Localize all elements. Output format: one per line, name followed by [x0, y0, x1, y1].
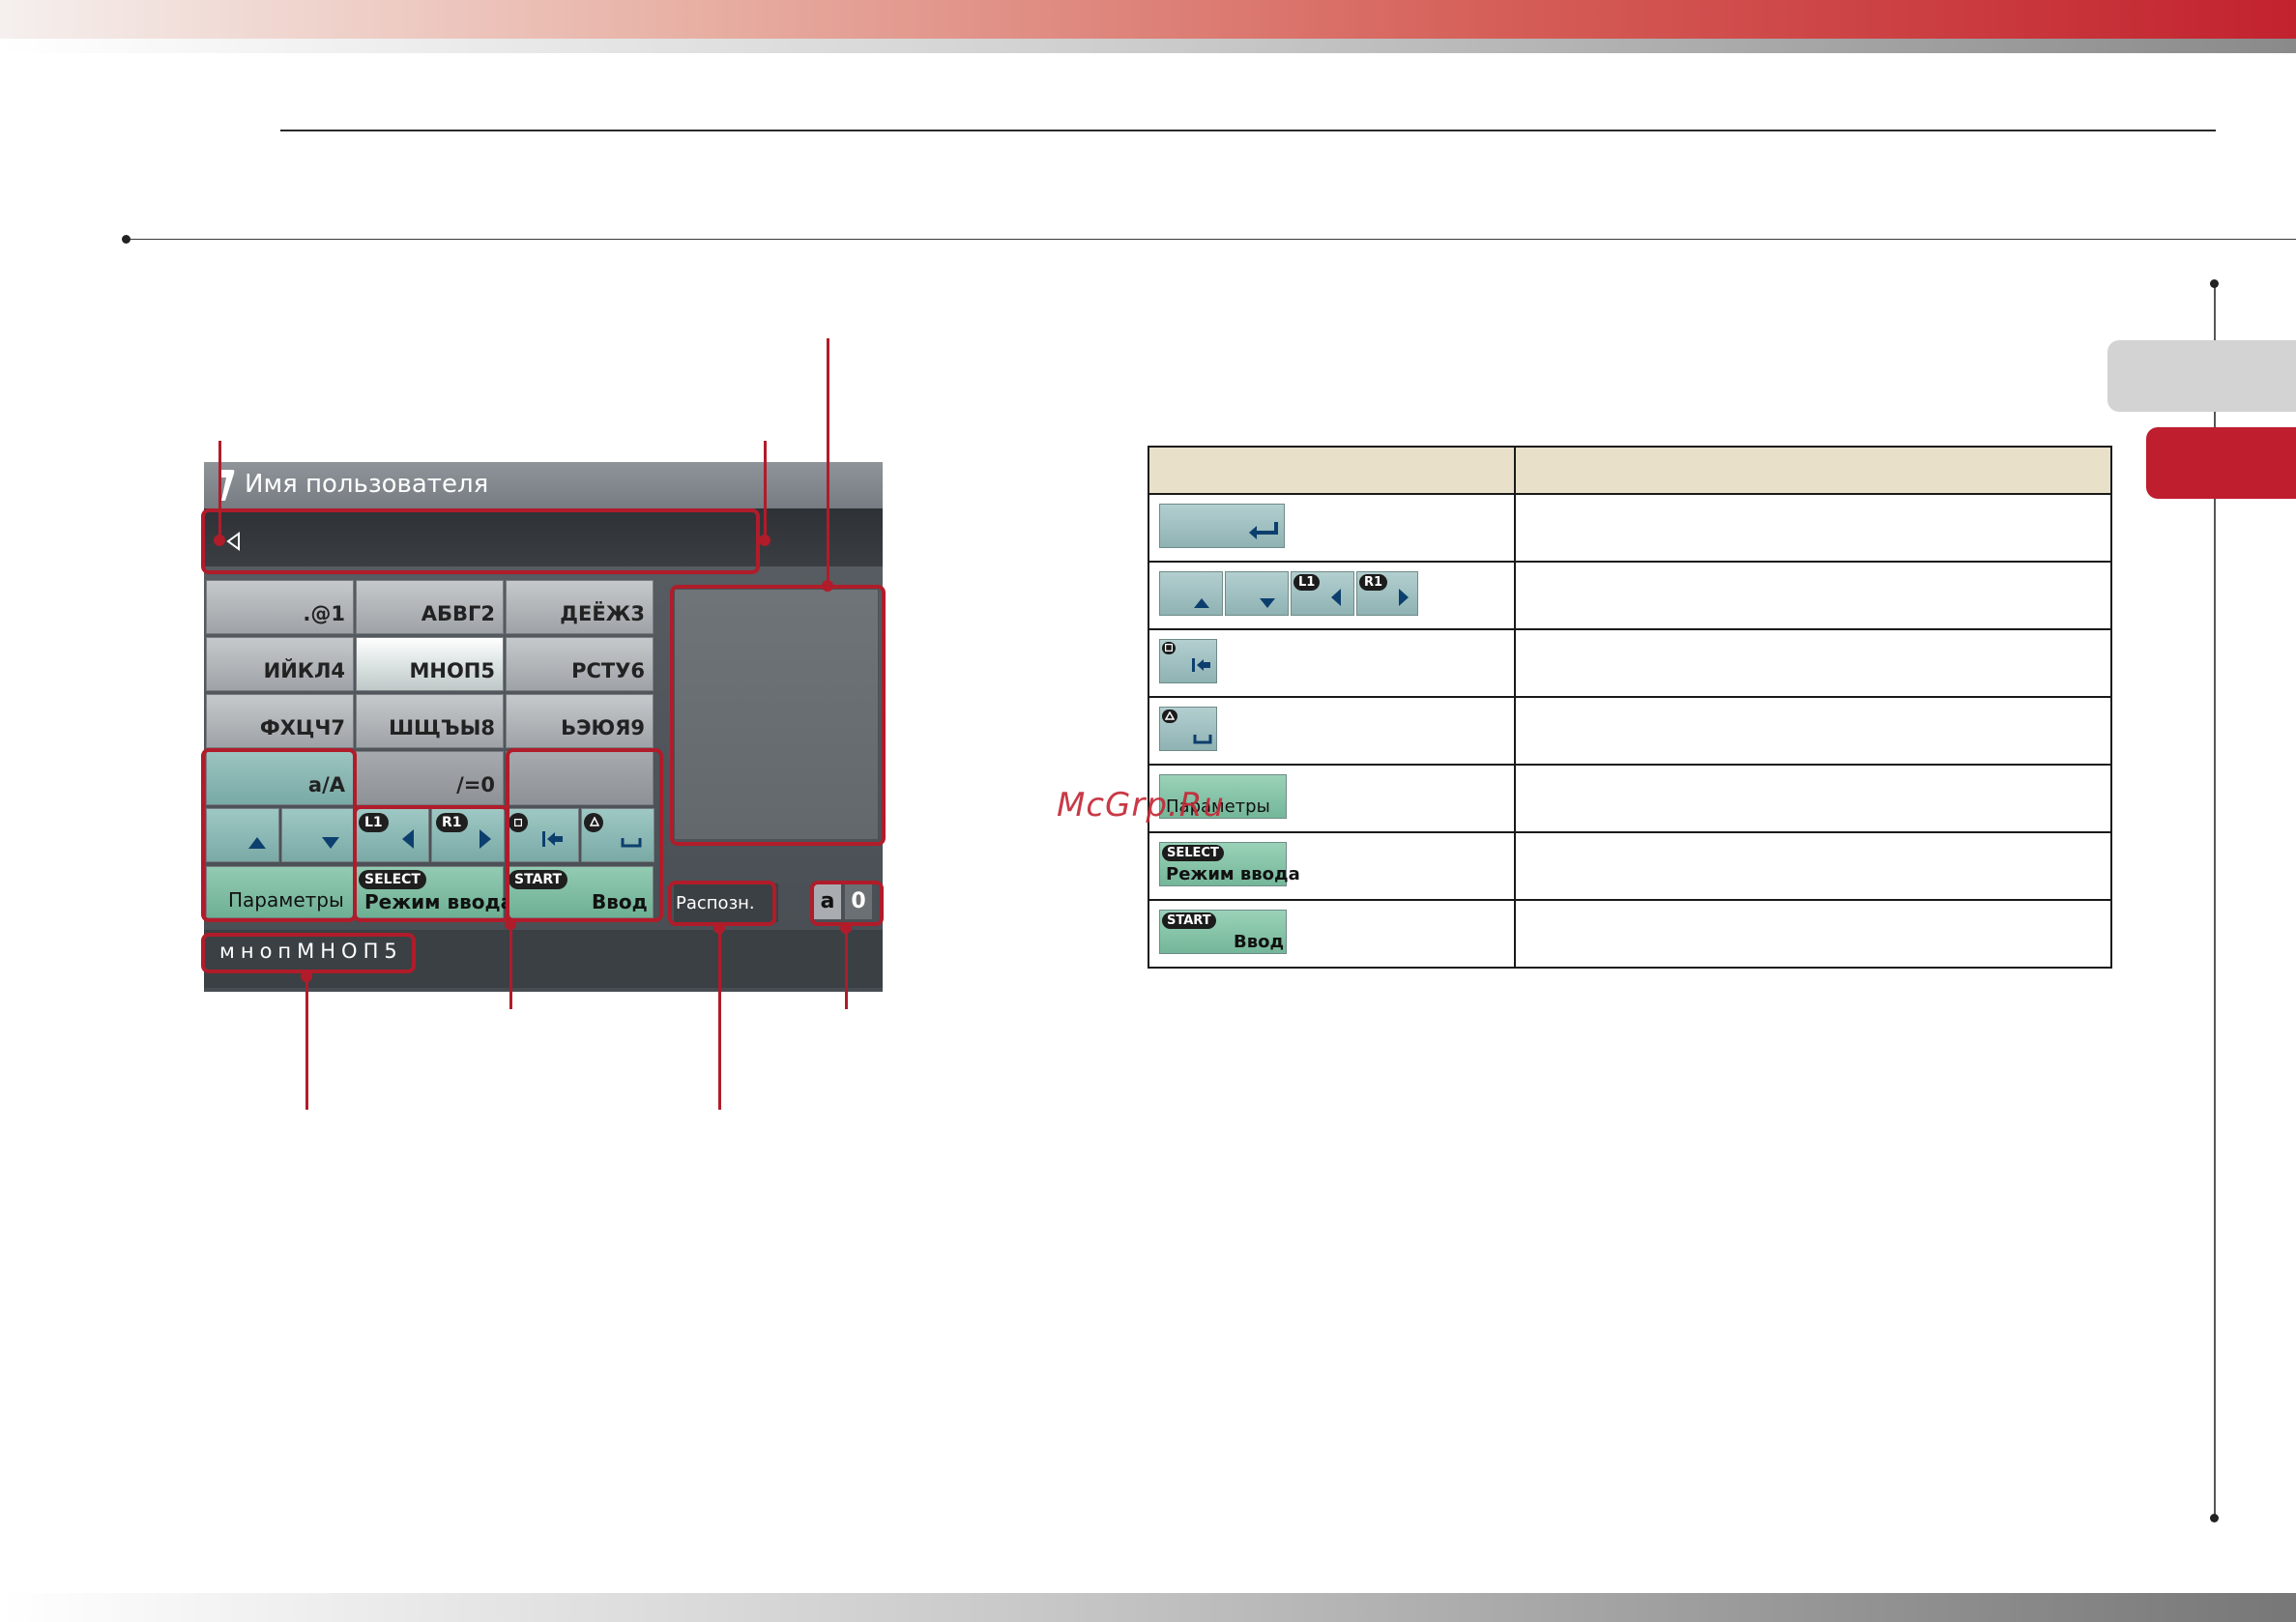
l1-badge: L1 — [1293, 574, 1321, 591]
leader-line-7 — [845, 928, 848, 1009]
screen-title: Имя пользователя — [245, 470, 489, 499]
key-symbol-toggle[interactable]: /=0 — [356, 751, 504, 805]
enter-key-sample — [1159, 504, 1285, 548]
key-mnop-selected[interactable]: МНОП5 — [356, 637, 504, 691]
input-mode-key-sample: SELECT Режим ввода — [1159, 842, 1300, 886]
chapter-tab-active[interactable] — [2146, 427, 2296, 499]
key-iykl[interactable]: ИЙКЛ4 — [206, 637, 354, 691]
leader-line-4 — [305, 976, 308, 1110]
down-arrow-icon — [1260, 598, 1275, 608]
side-rule-dot-top — [2210, 279, 2219, 288]
table-cell-button: SELECT Режим ввода — [1148, 831, 1516, 901]
table-cell-description — [1514, 628, 2112, 698]
square-button-icon — [1162, 642, 1176, 654]
callout-controls-left — [201, 748, 357, 922]
space-key-sample — [1159, 707, 1217, 751]
leader-dot-3 — [822, 580, 833, 592]
table-cell-button — [1148, 696, 1516, 766]
callout-controls-right — [506, 748, 663, 922]
input-mode-label: Режим ввода — [1166, 864, 1300, 884]
leader-dot-2 — [759, 535, 770, 546]
key-shshch[interactable]: ШЩЪЫ8 — [356, 694, 504, 748]
table-cell-description — [1514, 493, 2112, 563]
down-key-sample — [1225, 571, 1289, 616]
leader-dot-4 — [301, 970, 312, 982]
table-row: SELECT Режим ввода — [1148, 831, 2112, 901]
enter-icon — [1249, 522, 1278, 539]
leader-dot-5 — [505, 918, 516, 930]
callout-controls-middle — [353, 805, 509, 922]
table-cell-button: L1 R1 — [1148, 561, 1516, 630]
key-fkhtsch[interactable]: ФХЦЧ7 — [206, 694, 354, 748]
up-arrow-icon — [1194, 598, 1209, 608]
header-band — [0, 0, 2296, 39]
side-rule-dot-bottom — [2210, 1514, 2219, 1522]
table-row — [1148, 696, 2112, 766]
key-eyuya[interactable]: ЬЭЮЯ9 — [506, 694, 654, 748]
table-header-button — [1148, 446, 1516, 495]
triangle-button-icon — [1162, 710, 1177, 723]
table-cell-button: START Ввод — [1148, 899, 1516, 969]
leader-dot-7 — [840, 922, 852, 934]
header-strip — [0, 39, 2296, 53]
watermark: McGrp.Ru — [1057, 786, 1225, 825]
enter-start-key-sample: START Ввод — [1159, 910, 1287, 954]
section-rule — [126, 239, 2296, 240]
leader-line-3 — [827, 338, 829, 586]
key-symbols[interactable]: .@1 — [206, 580, 354, 634]
footer-strip — [0, 1593, 2296, 1622]
leader-line-2 — [764, 441, 767, 539]
right-key-sample: R1 — [1356, 571, 1418, 616]
title-rule — [280, 130, 2216, 131]
table-header-description — [1514, 446, 2112, 495]
table-cell-description — [1514, 831, 2112, 901]
leader-line-6 — [718, 928, 721, 1110]
table-cell-description — [1514, 764, 2112, 833]
callout-input-field — [201, 508, 760, 574]
leader-dot-1 — [214, 535, 225, 546]
table-row: L1 R1 — [1148, 561, 2112, 630]
space-icon — [1193, 735, 1212, 744]
callout-preview-panel — [670, 585, 886, 846]
section-rule-dot — [122, 235, 131, 244]
table-row — [1148, 493, 2112, 563]
chapter-tab-inactive[interactable] — [2107, 340, 2296, 412]
enter-label: Ввод — [1234, 932, 1285, 952]
table-header-row — [1148, 446, 2112, 495]
start-badge: START — [1162, 912, 1216, 929]
r1-badge: R1 — [1359, 574, 1388, 591]
left-key-sample: L1 — [1291, 571, 1354, 616]
table-cell-description — [1514, 696, 2112, 766]
key-dezh[interactable]: ДЕЁЖ3 — [506, 580, 654, 634]
callout-prediction — [201, 933, 416, 973]
leader-dot-6 — [713, 922, 725, 934]
key-rstu[interactable]: РСТУ6 — [506, 637, 654, 691]
up-key-sample — [1159, 571, 1223, 616]
backspace-icon — [1192, 658, 1210, 672]
table-cell-button — [1148, 628, 1516, 698]
table-row: Параметры — [1148, 764, 2112, 833]
table-row: START Ввод — [1148, 899, 2112, 969]
left-arrow-icon — [1331, 589, 1341, 606]
select-badge: SELECT — [1162, 845, 1224, 861]
triangle-icon — [1164, 710, 1176, 720]
table-cell-button — [1148, 493, 1516, 563]
callout-mode — [810, 881, 884, 926]
key-abvg[interactable]: АБВГ2 — [356, 580, 504, 634]
leader-line-5 — [509, 924, 512, 1009]
table-row — [1148, 628, 2112, 698]
controls-table: L1 R1 Параметры SELECT Режим ввода START… — [1148, 446, 2112, 969]
callout-recognize — [668, 881, 776, 926]
square-icon — [1164, 643, 1174, 652]
table-cell-description — [1514, 899, 2112, 969]
right-arrow-icon — [1399, 589, 1409, 606]
backspace-key-sample — [1159, 639, 1217, 683]
table-cell-description — [1514, 561, 2112, 630]
leader-line-1 — [218, 441, 221, 539]
